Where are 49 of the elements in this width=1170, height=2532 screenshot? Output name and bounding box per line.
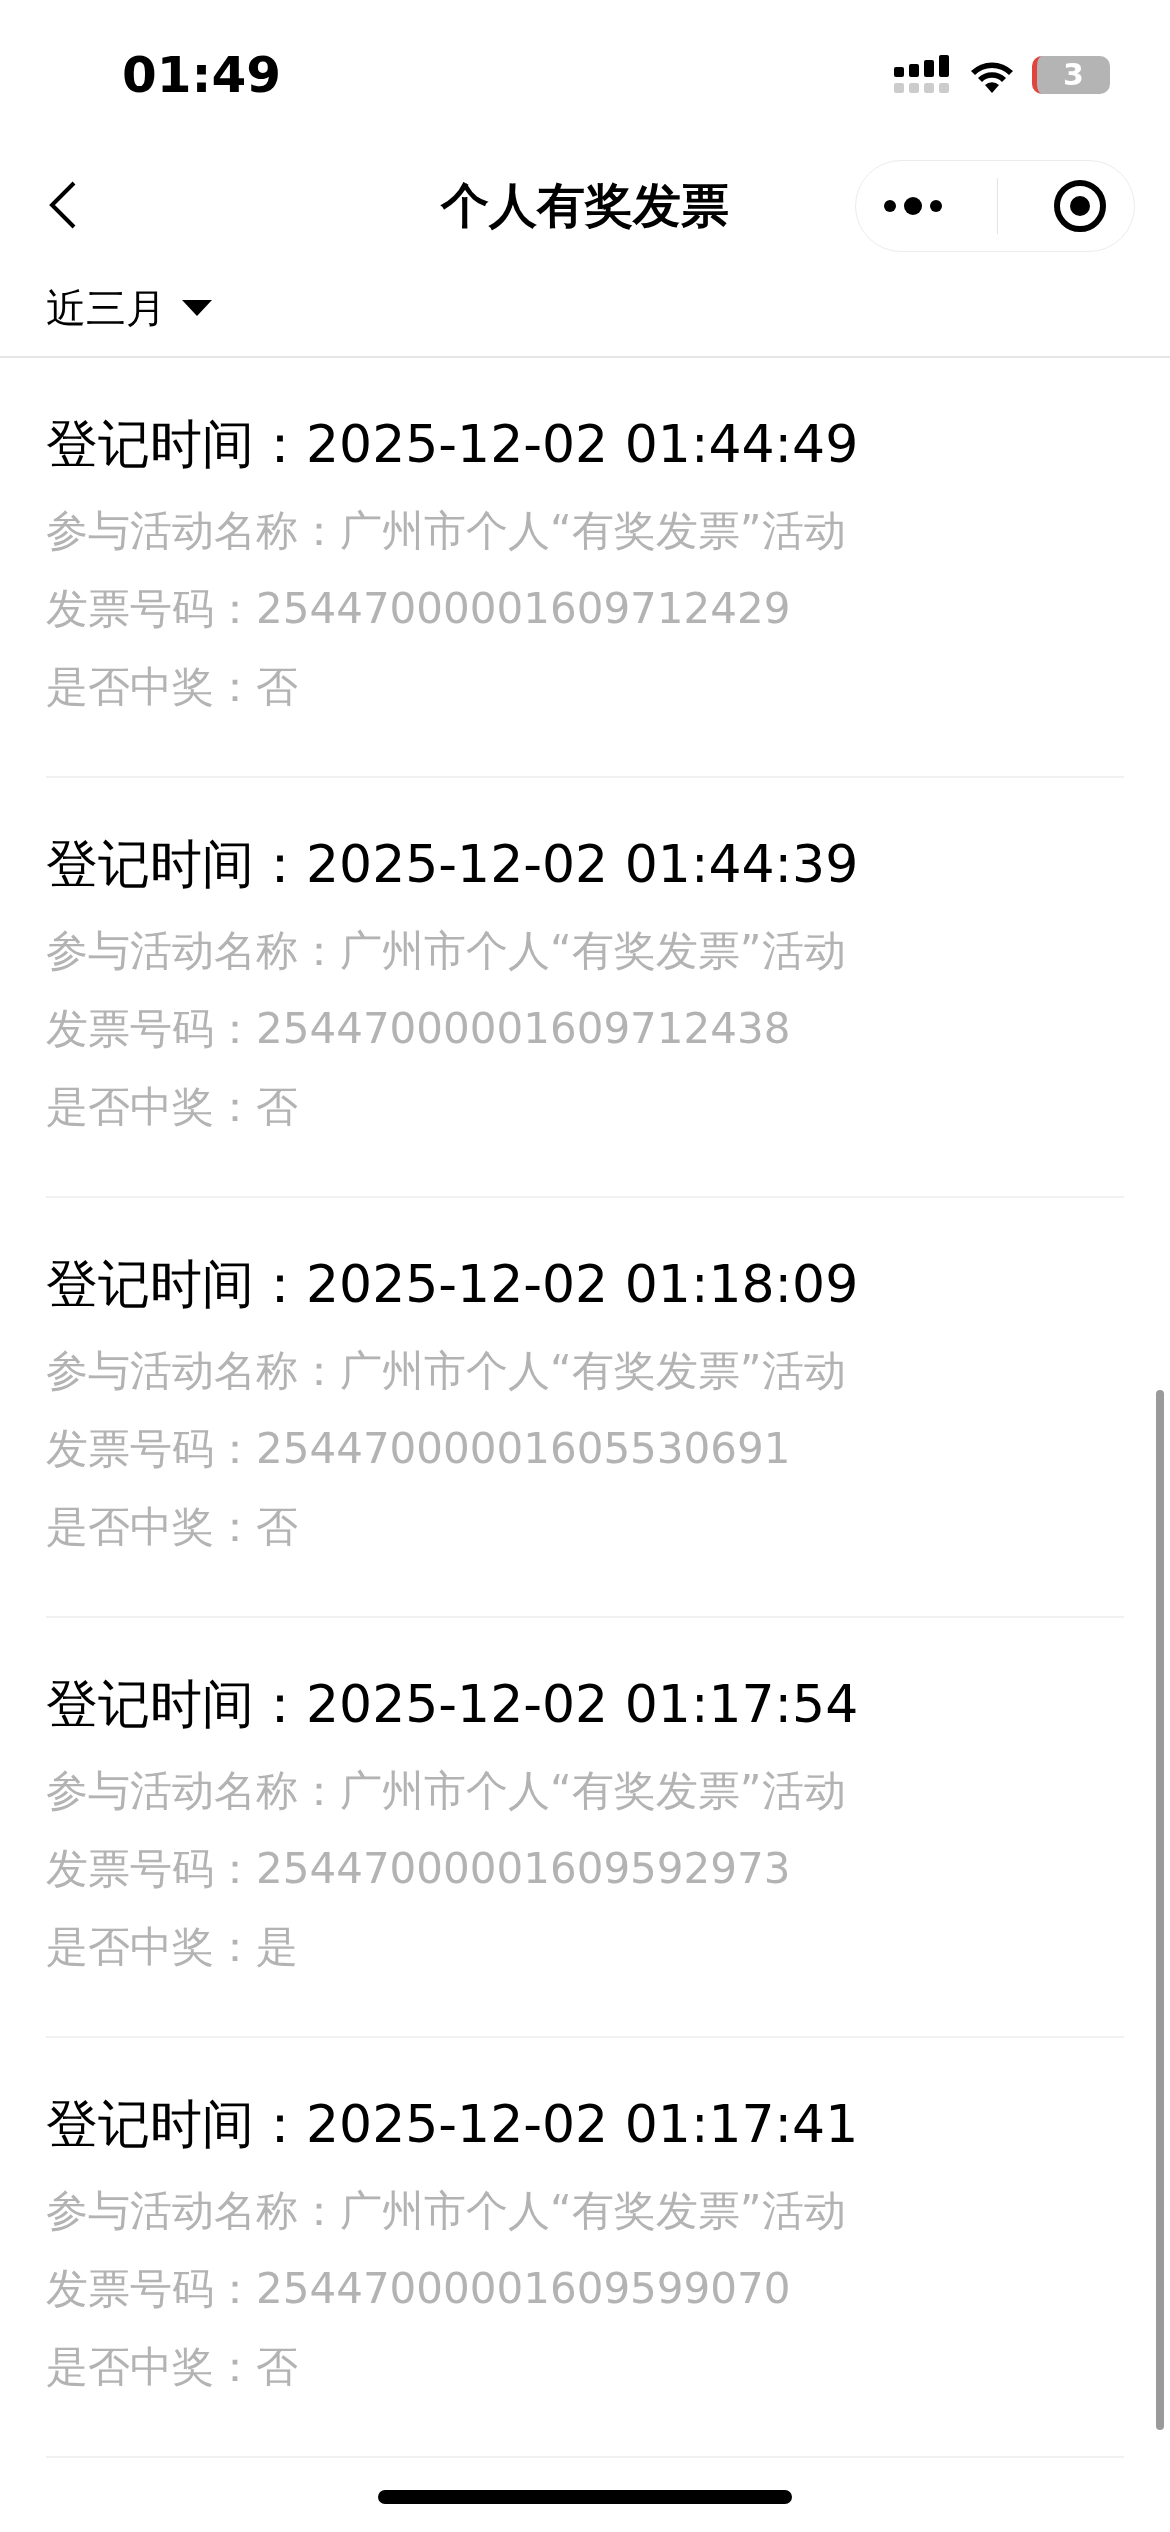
signal-icon <box>894 55 952 95</box>
register-time: 2025-12-02 01:17:54 <box>306 1673 859 1736</box>
prize-result: 否 <box>256 661 298 713</box>
time-label: 登记时间： <box>46 833 306 896</box>
prize-label: 是否中奖： <box>46 1501 256 1553</box>
prize-result: 否 <box>256 1501 298 1553</box>
activity-label: 参与活动名称： <box>46 2185 340 2237</box>
invoice-number: 25447000001609712429 <box>256 583 791 635</box>
status-time: 01:49 <box>122 44 282 106</box>
time-label: 登记时间： <box>46 413 306 476</box>
prize-result: 否 <box>256 1081 298 1133</box>
prize-result: 是 <box>256 1921 298 1973</box>
activity-label: 参与活动名称： <box>46 1765 340 1817</box>
period-dropdown[interactable]: 近三月 <box>46 278 212 338</box>
invoice-label: 发票号码： <box>46 1003 256 1055</box>
invoice-number: 25447000001609712438 <box>256 1003 791 1055</box>
activity-label: 参与活动名称： <box>46 1345 340 1397</box>
time-label: 登记时间： <box>46 1253 306 1316</box>
prize-result: 否 <box>256 2341 298 2393</box>
activity-name: 广州市个人“有奖发票”活动 <box>340 1765 846 1817</box>
page-title: 个人有奖发票 <box>441 176 729 235</box>
activity-name: 广州市个人“有奖发票”活动 <box>340 1345 846 1397</box>
time-label: 登记时间： <box>46 2093 306 2156</box>
battery-level: 3 <box>1032 56 1110 94</box>
activity-name: 广州市个人“有奖发票”活动 <box>340 2185 846 2237</box>
invoice-label: 发票号码： <box>46 2263 256 2315</box>
invoice-label: 发票号码： <box>46 1423 256 1475</box>
register-time: 2025-12-02 01:44:49 <box>306 413 859 476</box>
activity-name: 广州市个人“有奖发票”活动 <box>340 925 846 977</box>
more-icon[interactable] <box>883 196 944 216</box>
invoice-number: 25447000001605530691 <box>256 1423 791 1475</box>
register-time: 2025-12-02 01:44:39 <box>306 833 859 896</box>
activity-label: 参与活动名称： <box>46 505 340 557</box>
prize-label: 是否中奖： <box>46 2341 256 2393</box>
invoice-label: 发票号码： <box>46 1843 256 1895</box>
back-icon[interactable] <box>48 180 78 230</box>
close-icon[interactable] <box>1052 179 1107 233</box>
prize-label: 是否中奖： <box>46 1921 256 1973</box>
time-label: 登记时间： <box>46 1673 306 1736</box>
caret-icon <box>182 300 212 316</box>
activity-label: 参与活动名称： <box>46 925 340 977</box>
invoice-label: 发票号码： <box>46 583 256 635</box>
invoice-number: 25447000001609599070 <box>256 2263 791 2315</box>
prize-label: 是否中奖： <box>46 1081 256 1133</box>
invoice-number: 25447000001609592973 <box>256 1843 791 1895</box>
register-time: 2025-12-02 01:18:09 <box>306 1253 859 1316</box>
register-time: 2025-12-02 01:17:41 <box>306 2093 859 2156</box>
prize-label: 是否中奖： <box>46 661 256 713</box>
activity-name: 广州市个人“有奖发票”活动 <box>340 505 846 557</box>
